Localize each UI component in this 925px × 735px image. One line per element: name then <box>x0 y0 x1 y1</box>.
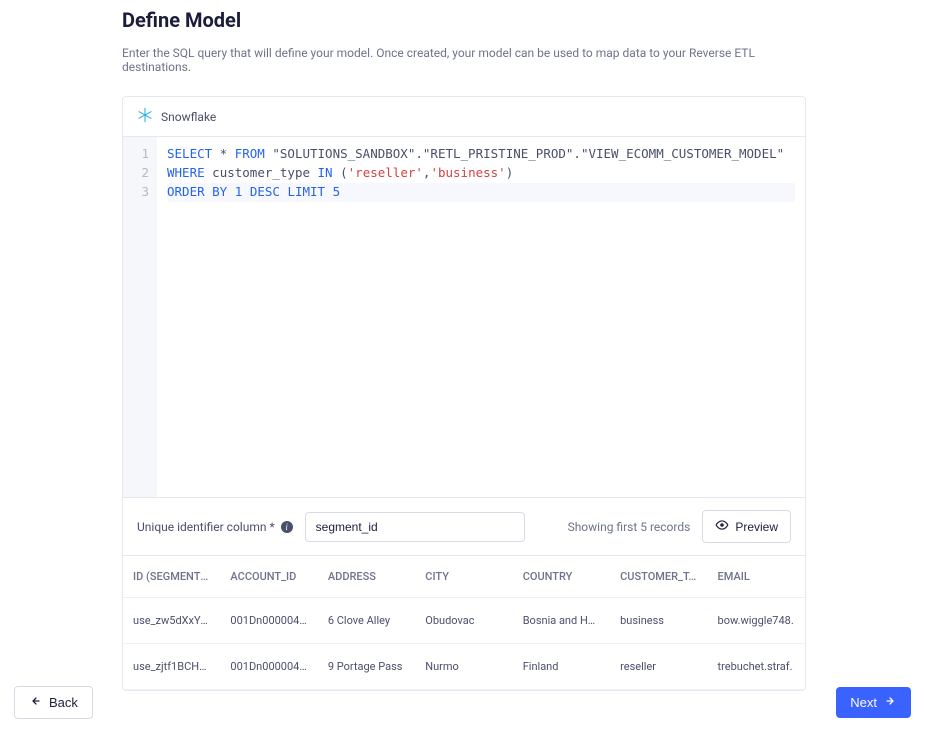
column-header: ACCOUNT_ID <box>220 556 317 598</box>
eye-icon <box>715 518 729 535</box>
preview-button[interactable]: Preview <box>702 510 791 543</box>
table-header-row: ID (SEGMENT_…ACCOUNT_IDADDRESSCITYCOUNTR… <box>123 556 805 598</box>
arrow-right-icon <box>885 695 897 710</box>
arrow-left-icon <box>29 695 41 710</box>
column-header: COUNTRY <box>513 556 610 598</box>
source-header: Snowflake <box>123 97 805 137</box>
page-title: Define Model <box>122 8 806 32</box>
records-count: Showing first 5 records <box>568 520 691 534</box>
snowflake-icon <box>137 107 153 126</box>
line-gutter: 123 <box>123 137 157 497</box>
info-icon[interactable]: i <box>281 521 293 533</box>
column-header: CUSTOMER_T… <box>610 556 707 598</box>
preview-label: Preview <box>735 520 778 534</box>
source-label: Snowflake <box>161 110 216 124</box>
table-cell: use_zw5dXxYn… <box>123 598 220 644</box>
page-subtitle: Enter the SQL query that will define you… <box>122 46 806 74</box>
uid-label: Unique identifier column * i <box>137 520 293 534</box>
column-header: EMAIL <box>708 556 805 598</box>
next-button[interactable]: Next <box>836 687 911 718</box>
code-area[interactable]: SELECT * FROM "SOLUTIONS_SANDBOX"."RETL_… <box>157 137 805 497</box>
table-cell: Obudovac <box>415 598 512 644</box>
next-label: Next <box>850 695 877 710</box>
column-header: ID (SEGMENT_… <box>123 556 220 598</box>
sql-editor[interactable]: 123 SELECT * FROM "SOLUTIONS_SANDBOX"."R… <box>123 137 805 497</box>
uid-input[interactable] <box>305 512 525 542</box>
back-label: Back <box>49 695 78 710</box>
table-cell: 001Dn000004… <box>220 598 317 644</box>
column-header: ADDRESS <box>318 556 415 598</box>
controls-row: Unique identifier column * i Showing fir… <box>123 497 805 556</box>
footer-bar: Back Next <box>0 676 925 735</box>
table-cell: 6 Clove Alley <box>318 598 415 644</box>
table-cell: Bosnia and Her… <box>513 598 610 644</box>
back-button[interactable]: Back <box>14 686 93 719</box>
results-table: ID (SEGMENT_…ACCOUNT_IDADDRESSCITYCOUNTR… <box>123 556 805 690</box>
table-cell: business <box>610 598 707 644</box>
table-row[interactable]: use_zw5dXxYn…001Dn000004…6 Clove AlleyOb… <box>123 598 805 644</box>
sql-panel: Snowflake 123 SELECT * FROM "SOLUTIONS_S… <box>122 96 806 691</box>
column-header: CITY <box>415 556 512 598</box>
table-cell: bow.wiggle748. <box>708 598 805 644</box>
